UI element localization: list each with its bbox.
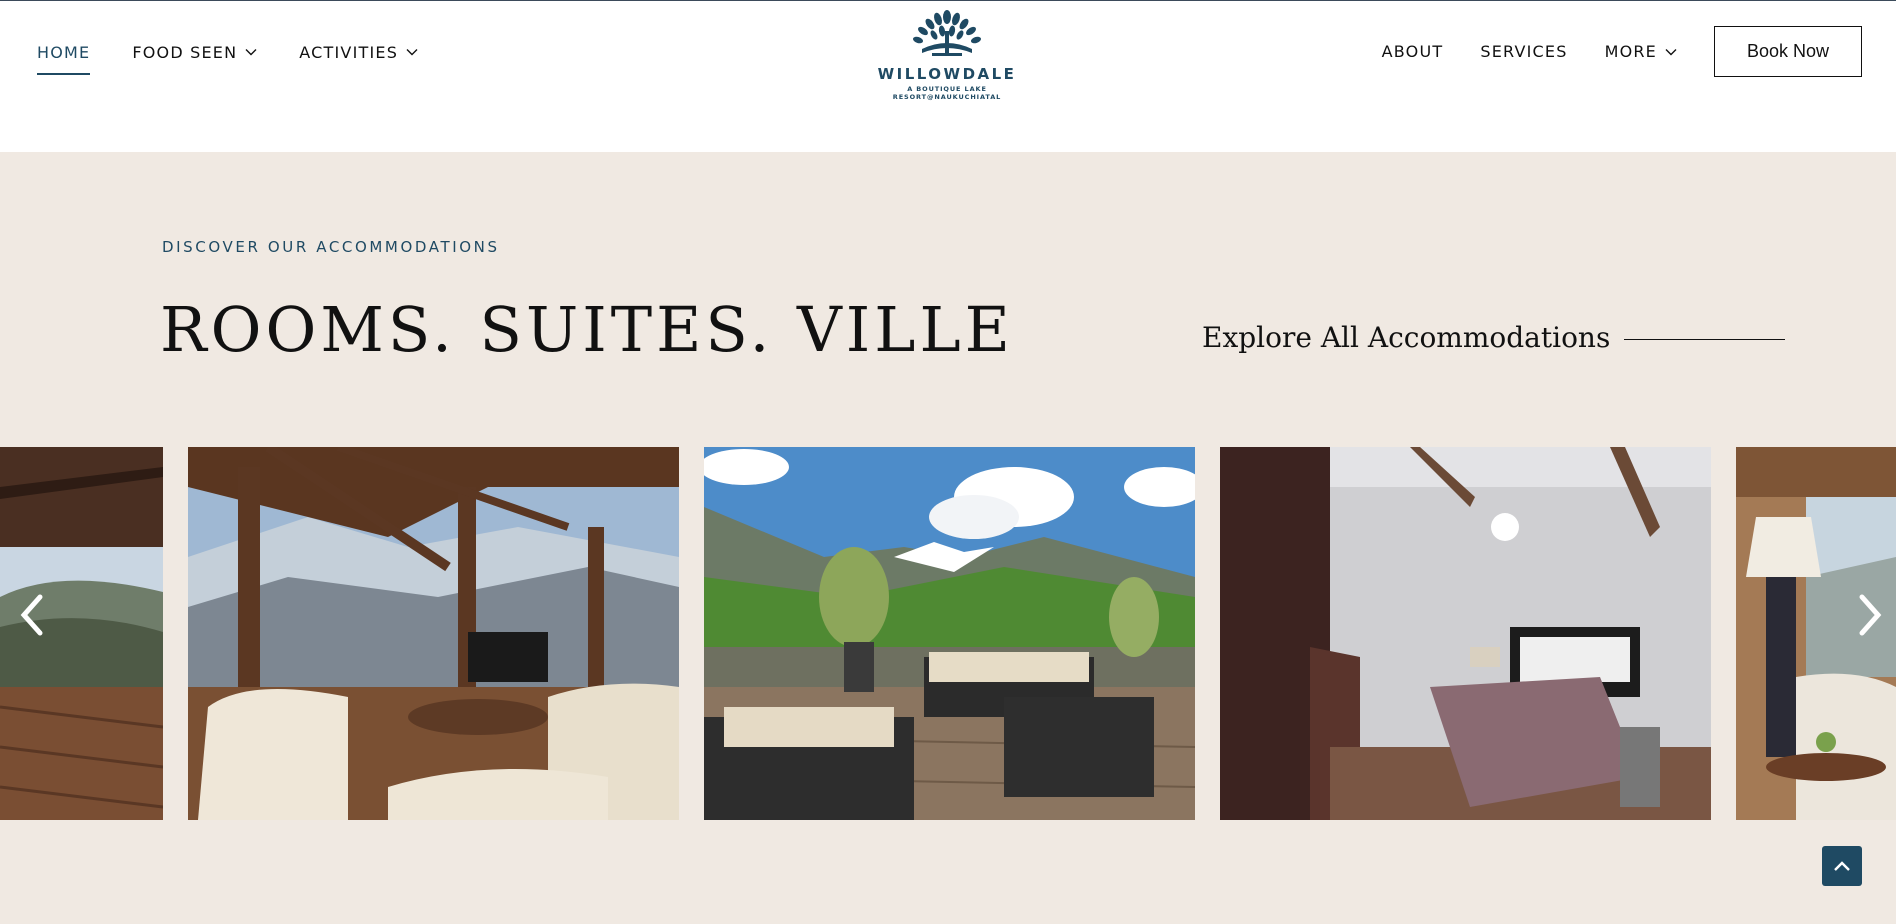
carousel-next-button[interactable] <box>1850 590 1890 640</box>
site-header: HOME FOOD SEEN ACTIVITIES WILLOWDALE A B… <box>0 0 1896 152</box>
chalet-living-room-photo[interactable] <box>188 447 679 820</box>
chevron-left-icon <box>20 594 43 636</box>
nav-item-activities[interactable]: ACTIVITIES <box>299 39 418 65</box>
bedroom-photo[interactable] <box>1220 447 1711 820</box>
carousel-prev-button[interactable] <box>12 590 52 640</box>
chevron-down-icon <box>245 49 257 56</box>
explore-accommodations-link[interactable]: Explore All Accommodations <box>1202 321 1786 354</box>
section-eyebrow: DISCOVER OUR ACCOMMODATIONS <box>162 238 500 256</box>
logo-name: WILLOWDALE <box>877 65 1017 83</box>
scroll-to-top-button[interactable] <box>1822 846 1862 886</box>
primary-nav-left: HOME FOOD SEEN ACTIVITIES <box>37 39 460 75</box>
chevron-down-icon <box>406 49 418 56</box>
explore-link-line <box>1624 339 1786 340</box>
book-now-button[interactable]: Book Now <box>1714 26 1862 77</box>
nav-item-label: ABOUT <box>1381 42 1444 61</box>
nav-item-food-seen[interactable]: FOOD SEEN <box>132 39 257 65</box>
willow-tree-icon <box>912 10 982 56</box>
nav-item-label: MORE <box>1604 42 1657 61</box>
chevron-up-icon <box>1834 861 1850 871</box>
chevron-down-icon <box>1665 48 1677 55</box>
chevron-right-icon <box>1859 594 1882 636</box>
nav-item-label: SERVICES <box>1480 42 1568 61</box>
accommodations-carousel[interactable] <box>0 447 1896 820</box>
section-title: ROOMS. SUITES. VILLE <box>160 293 1014 366</box>
nav-item-about[interactable]: ABOUT <box>1382 39 1444 65</box>
nav-item-home[interactable]: HOME <box>37 39 91 75</box>
nav-item-label: FOOD SEEN <box>132 42 238 62</box>
nav-item-services[interactable]: SERVICES <box>1480 39 1567 65</box>
nav-item-more[interactable]: MORE <box>1605 39 1677 65</box>
logo-tagline: A BOUTIQUE LAKE RESORT@NAUKUCHIATAL <box>892 85 1002 101</box>
nav-item-label: HOME <box>37 42 91 62</box>
site-logo[interactable]: WILLOWDALE A BOUTIQUE LAKE RESORT@NAUKUC… <box>852 9 1042 101</box>
explore-link-label: Explore All Accommodations <box>1202 321 1611 354</box>
nav-item-label: ACTIVITIES <box>299 42 399 62</box>
primary-nav-right: ABOUT SERVICES MORE Book Now <box>1382 26 1862 77</box>
mountain-terrace-lounge-photo[interactable] <box>704 447 1195 820</box>
